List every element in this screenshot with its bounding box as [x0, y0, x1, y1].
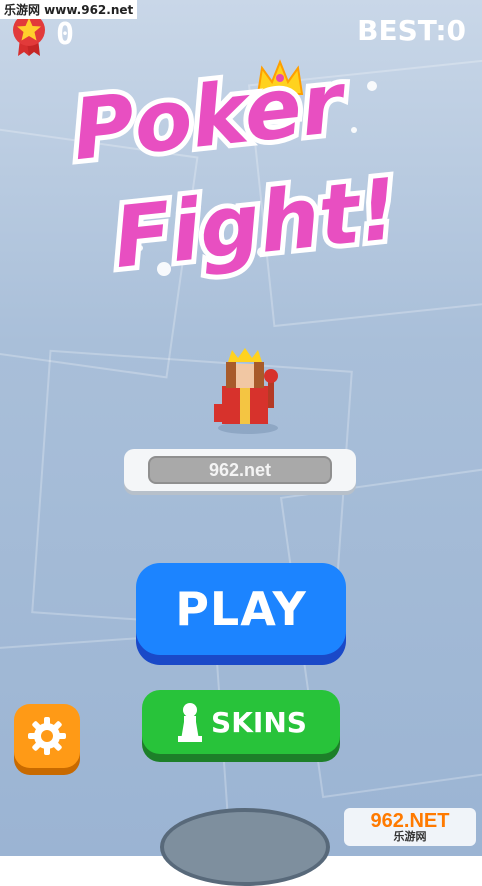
- settings-button[interactable]: [14, 704, 80, 768]
- bottom-watermark-name: 乐游网: [393, 830, 427, 843]
- play-label: PLAY: [175, 582, 307, 636]
- title-line1: Poker: [68, 53, 352, 179]
- bottom-plate: [160, 808, 330, 886]
- pawn-icon: [178, 703, 203, 742]
- bottom-watermark: 962.NET 乐游网: [344, 808, 476, 846]
- title-line2: Fight!: [109, 160, 402, 280]
- bottom-watermark-brand: 962.NET: [370, 810, 450, 832]
- score-value: 0: [56, 16, 75, 52]
- skins-label: SKINS: [211, 705, 307, 739]
- skins-button[interactable]: SKINS: [142, 690, 340, 754]
- gear-icon: [28, 717, 66, 755]
- king-character[interactable]: [210, 346, 290, 436]
- game-title: Poker Fight!: [63, 48, 407, 280]
- player-name-bar: 962.net: [124, 449, 356, 491]
- player-name-field[interactable]: 962.net: [148, 456, 332, 484]
- play-button[interactable]: PLAY: [136, 563, 346, 655]
- top-watermark: 乐游网 www.962.net: [0, 0, 138, 19]
